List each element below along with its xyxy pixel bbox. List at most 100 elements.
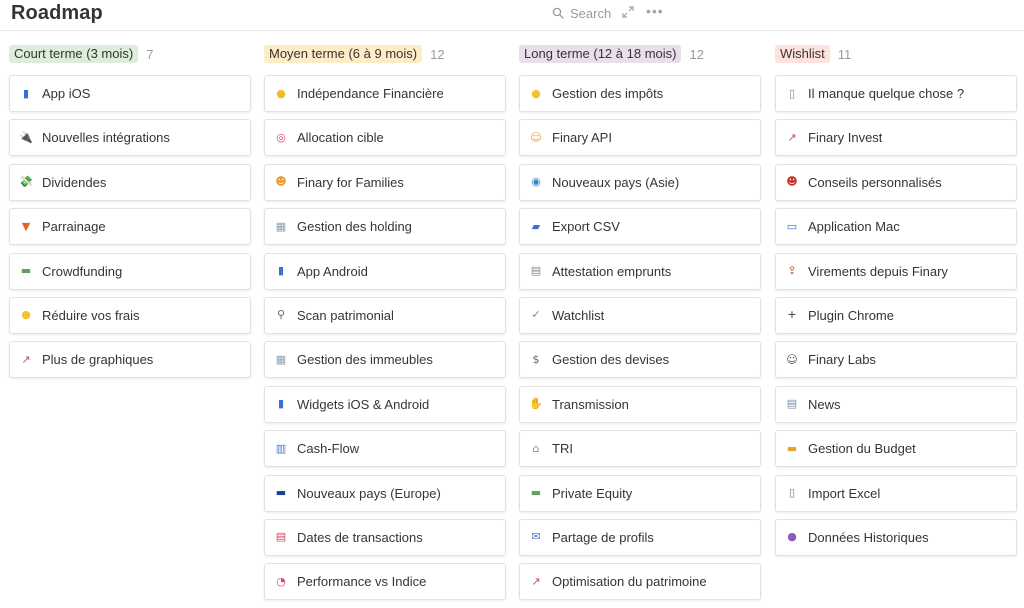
card-title: Finary Labs [808, 352, 876, 368]
board-card[interactable]: ▮ App Android [264, 252, 506, 290]
card-title: Transmission [552, 396, 629, 412]
bar-chart-icon: ▥ [275, 441, 287, 455]
card-title: Plugin Chrome [808, 307, 894, 323]
gift-icon: ▼ [21, 219, 31, 233]
search-button[interactable]: Search [552, 5, 611, 21]
calendar-icon: ▤ [275, 530, 287, 544]
card-title: App iOS [42, 86, 91, 101]
worried-face-icon: ● [531, 86, 541, 100]
board-card[interactable]: ● Gestion des impôts [519, 75, 761, 112]
search-icon [552, 7, 564, 19]
board-card[interactable]: ☺ Finary API [519, 119, 761, 157]
magnifier-icon: ⚲ [276, 308, 286, 322]
board-card[interactable]: + Plugin Chrome [775, 296, 1017, 334]
card-title: Dates de transactions [297, 529, 423, 545]
card-title: Scan patrimonial [297, 307, 394, 323]
eu-flag-icon: ▬ [275, 486, 287, 500]
plug-icon: 🔌 [19, 130, 33, 144]
board-card[interactable]: ▬ Private Equity [519, 474, 761, 512]
board-column: Moyen terme (6 à 9 mois) 12 ● Indépendanc… [264, 44, 506, 608]
card-title: Finary API [552, 130, 612, 146]
board-card[interactable]: ⇪ Virements depuis Finary [775, 252, 1017, 290]
board-card[interactable]: ▭ Application Mac [775, 208, 1017, 246]
board-card[interactable]: ▮ Widgets iOS & Android [264, 385, 506, 423]
board-card[interactable]: ◉ Nouveaux pays (Asie) [519, 163, 761, 201]
search-label: Search [570, 5, 612, 21]
board-card[interactable]: 💸 Dividendes [9, 163, 251, 201]
column-tag[interactable]: Court terme (3 mois) [9, 45, 139, 63]
board-card[interactable]: ◔ Performance vs Indice [264, 563, 506, 601]
card-title: Parrainage [42, 219, 106, 235]
column-tag[interactable]: Long terme (12 à 18 mois) [519, 45, 682, 63]
card-title: Nouveaux pays (Europe) [297, 485, 441, 501]
desktop-icon: ▭ [786, 219, 798, 233]
board-card[interactable]: ✉ Partage de profils [519, 518, 761, 556]
board-card[interactable]: ▬ Nouveaux pays (Europe) [264, 474, 506, 512]
chart-up-icon: ↗ [21, 352, 31, 366]
board-card[interactable]: ▥ Cash-Flow [264, 430, 506, 468]
scientist-icon: ☺ [786, 352, 798, 366]
column-cards: ▯ Il manque quelque chose ? ↗ Finary Invest… [775, 75, 1017, 556]
board-card[interactable]: ✓ Watchlist [519, 296, 761, 334]
developer-icon: ☺ [530, 130, 542, 144]
card-title: Finary for Families [297, 174, 404, 190]
board-card[interactable]: ▮ App iOS [9, 75, 251, 112]
board-card[interactable]: ▯ Il manque quelque chose ? [775, 75, 1017, 112]
bank-icon: ⌂ [532, 441, 540, 455]
board-card[interactable]: ▬ Gestion du Budget [775, 430, 1017, 468]
board-card[interactable]: ↗ Plus de graphiques [9, 341, 251, 379]
document-icon: ▤ [530, 264, 542, 278]
banknote-icon: ▬ [530, 486, 542, 500]
card-title: Watchlist [552, 307, 605, 323]
board-card[interactable]: ● Indépendance Financière [264, 75, 506, 112]
board-card[interactable]: ▤ Dates de transactions [264, 518, 506, 556]
card-title: Finary Invest [808, 130, 883, 146]
card-title: App Android [297, 263, 368, 279]
card-title: Export CSV [552, 219, 620, 235]
board-card[interactable]: ● Données Historiques [775, 518, 1017, 556]
expand-icon [622, 5, 634, 22]
card-title: Gestion des holding [297, 219, 412, 235]
board-card[interactable]: ● Réduire vos frais [9, 296, 251, 334]
board-card[interactable]: ✋ Transmission [519, 385, 761, 423]
chart-up-icon: ↗ [531, 574, 541, 588]
card-title: Import Excel [808, 485, 881, 501]
card-title: Gestion des immeubles [297, 352, 433, 368]
board-card[interactable]: ☺ Finary Labs [775, 341, 1017, 379]
board-card[interactable]: ▦ Gestion des immeubles [264, 341, 506, 379]
board-card[interactable]: ↗ Finary Invest [775, 119, 1017, 157]
board-card[interactable]: 🔌 Nouvelles intégrations [9, 119, 251, 157]
family-icon: ☻ [275, 175, 287, 189]
board-card[interactable]: ▯ Import Excel [775, 474, 1017, 512]
board-card[interactable]: ▼ Parrainage [9, 208, 251, 246]
target-icon: ◎ [276, 130, 286, 144]
board-card[interactable]: ⚲ Scan patrimonial [264, 296, 506, 334]
money-face-icon: ● [21, 308, 31, 322]
board-card[interactable]: ⌂ TRI [519, 430, 761, 468]
board-card[interactable]: ☻ Finary for Families [264, 163, 506, 201]
more-horizontal-icon: ••• [646, 3, 664, 19]
column-header: Court terme (3 mois) 7 [9, 44, 251, 64]
board-card[interactable]: ☻ Conseils personnalisés [775, 163, 1017, 201]
page-icon: ▯ [788, 86, 796, 100]
board-card[interactable]: ▤ News [775, 385, 1017, 423]
board-card[interactable]: ▰ Export CSV [519, 208, 761, 246]
more-options-button[interactable]: ••• [646, 3, 664, 19]
board-card[interactable]: ▤ Attestation emprunts [519, 252, 761, 290]
column-count: 12 [689, 46, 704, 62]
advisor-icon: ☻ [786, 175, 798, 189]
column-tag[interactable]: Moyen terme (6 à 9 mois) [264, 45, 423, 63]
board-column: Long terme (12 à 18 mois) 12 ● Gestion de… [519, 44, 761, 608]
board-card[interactable]: ↗ Optimisation du patrimoine [519, 563, 761, 601]
column-header: Moyen terme (6 à 9 mois) 12 [264, 44, 506, 64]
expand-button[interactable] [622, 5, 634, 23]
sunglasses-face-icon: ● [276, 86, 286, 100]
board-card[interactable]: ◎ Allocation cible [264, 119, 506, 157]
gauge-icon: ◔ [276, 574, 286, 588]
column-count: 12 [430, 46, 445, 62]
column-tag[interactable]: Wishlist [775, 45, 830, 63]
top-bar: Roadmap Search ••• [0, 0, 1024, 31]
board-card[interactable]: $ Gestion des devises [519, 341, 761, 379]
board-card[interactable]: ▬ Crowdfunding [9, 252, 251, 290]
board-card[interactable]: ▦ Gestion des holding [264, 208, 506, 246]
